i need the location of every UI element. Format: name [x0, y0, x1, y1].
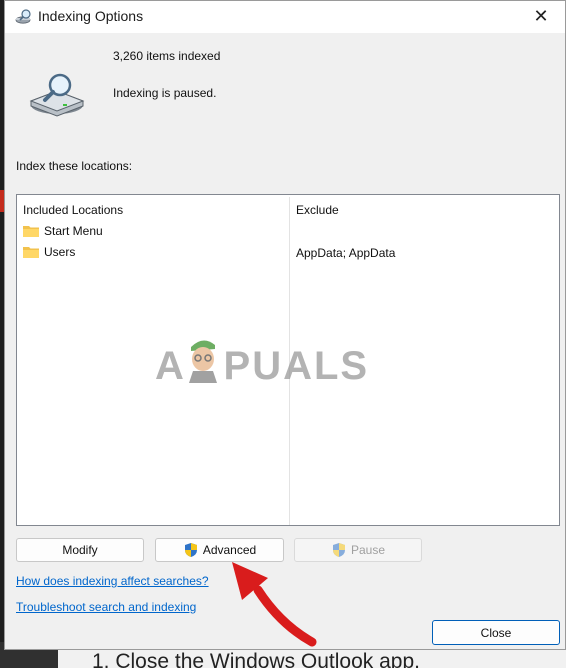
advanced-label: Advanced — [202, 543, 257, 557]
folder-icon — [23, 247, 39, 258]
watermark-mascot-icon — [189, 340, 217, 383]
folder-icon — [23, 226, 39, 237]
pause-label: Pause — [350, 543, 386, 557]
drive-search-icon — [29, 73, 85, 117]
index-locations-label: Index these locations: — [16, 159, 133, 173]
close-icon: ✕ — [533, 5, 549, 26]
indexing-status: Indexing is paused. — [113, 86, 217, 100]
location-exclude: AppData; AppData — [296, 246, 396, 260]
exclude-header: Exclude — [296, 203, 339, 217]
uac-shield-icon — [184, 543, 197, 557]
close-button[interactable]: Close — [432, 620, 560, 645]
indexing-options-icon — [15, 9, 31, 24]
included-locations-header: Included Locations — [23, 203, 124, 217]
how-indexing-affects-searches-link[interactable]: How does indexing affect searches? — [16, 574, 209, 588]
title-bar[interactable]: Indexing Options ✕ — [5, 1, 565, 33]
troubleshoot-search-link[interactable]: Troubleshoot search and indexing — [16, 600, 196, 614]
uac-shield-icon — [332, 543, 345, 557]
list-item-start-menu[interactable]: Start Menu — [23, 222, 103, 240]
window-title: Indexing Options — [38, 8, 144, 24]
background-partial-text: 1. Close the Windows Outlook app. — [92, 650, 421, 668]
items-indexed-count: 3,260 items indexed — [113, 49, 221, 63]
modify-button[interactable]: Modify — [16, 538, 144, 562]
close-window-button[interactable]: ✕ — [521, 1, 561, 31]
location-name: Start Menu — [44, 224, 103, 238]
indexing-options-dialog: Indexing Options ✕ 3,260 items indexed I… — [4, 0, 566, 650]
list-item-users[interactable]: Users — [23, 243, 75, 261]
annotation-arrow-icon — [232, 562, 317, 647]
location-name: Users — [44, 245, 76, 259]
